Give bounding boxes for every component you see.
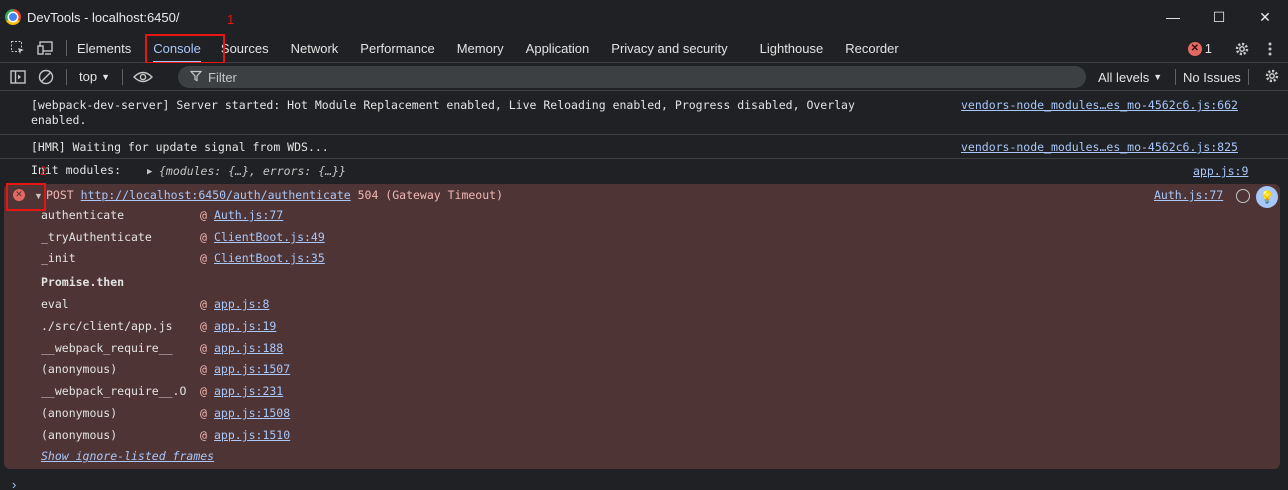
log-levels-label: All levels [1098, 69, 1150, 85]
expand-caret-icon[interactable]: ▶ [147, 167, 152, 177]
error-count: 1 [1204, 41, 1212, 56]
stack-frame-function: ./src/client/app.js [41, 319, 173, 333]
console-message: [webpack-dev-server] Server started: Hot… [0, 91, 1288, 135]
error-summary: POST http://localhost:6450/auth/authenti… [46, 188, 503, 202]
toolbar-divider [66, 40, 67, 56]
network-request-icon[interactable] [1236, 189, 1250, 203]
error-status: 504 (Gateway Timeout) [357, 188, 504, 202]
settings-gear-icon[interactable] [1228, 35, 1256, 63]
minimize-button[interactable]: — [1150, 0, 1196, 34]
stack-frame-function: (anonymous) [41, 362, 118, 376]
annotation-marker-2: 2 [40, 164, 47, 178]
tab-memory[interactable]: Memory [449, 34, 512, 63]
error-icon: ✕ [1187, 41, 1202, 56]
tabs-right-controls: ✕ 1 [1187, 34, 1288, 63]
console-prompt-chevron-icon[interactable]: › [12, 477, 16, 490]
error-url[interactable]: http://localhost:6450/auth/authenticate [81, 188, 351, 202]
chevron-down-icon: ▼ [1153, 72, 1163, 82]
stack-frame-at: @ [200, 230, 207, 244]
title-bar: DevTools - localhost:6450/ — ☐ ✕ [0, 0, 1288, 34]
stack-frame-at: @ [200, 341, 207, 355]
stack-frame-function: __webpack_require__ [41, 341, 173, 355]
tab-privacy-and-security[interactable]: Privacy and security [603, 34, 735, 63]
stack-frame-function: eval [41, 297, 69, 311]
chevron-down-icon: ▼ [101, 71, 110, 82]
tab-network[interactable]: Network [283, 34, 347, 63]
chrome-logo-icon [5, 9, 21, 25]
stack-frame-at: @ [200, 384, 207, 398]
live-expression-eye-icon[interactable] [129, 63, 157, 91]
stack-frame-link[interactable]: app.js:1508 [214, 406, 290, 420]
stack-frame-link[interactable]: app.js:1510 [214, 428, 290, 442]
stack-frame-link[interactable]: Auth.js:77 [214, 208, 283, 222]
more-options-icon[interactable] [1256, 35, 1284, 63]
filter-placeholder: Filter [208, 69, 237, 85]
context-selector[interactable]: top ▼ [73, 69, 116, 84]
stack-frame-at: @ [200, 406, 207, 420]
maximize-button[interactable]: ☐ [1196, 0, 1242, 34]
message-source-link[interactable]: vendors-node_modules…es_mo-4562c6.js:825 [961, 140, 1238, 154]
log-levels-dropdown[interactable]: All levels ▼ [1098, 63, 1162, 91]
window-title: DevTools - localhost:6450/ [27, 9, 180, 25]
tab-recorder[interactable]: Recorder [837, 34, 906, 63]
tab-application[interactable]: Application [518, 34, 598, 63]
stack-frame-at: @ [200, 297, 207, 311]
toolbar-divider [122, 68, 123, 85]
ai-insights-bulb-icon[interactable]: 💡 [1256, 186, 1278, 208]
window-controls: — ☐ ✕ [1150, 0, 1288, 34]
error-method: POST [46, 188, 74, 202]
device-toolbar-icon[interactable] [32, 34, 60, 62]
stack-frame-function: (anonymous) [41, 428, 118, 442]
inspect-element-icon[interactable] [4, 34, 32, 62]
stack-frame-link[interactable]: app.js:1507 [214, 362, 290, 376]
message-source-link[interactable]: vendors-node_modules…es_mo-4562c6.js:662 [961, 98, 1238, 112]
stack-frame-at: @ [200, 251, 207, 265]
console-settings-gear-icon[interactable] [1264, 68, 1280, 87]
close-button[interactable]: ✕ [1242, 0, 1288, 34]
stack-frame-link[interactable]: ClientBoot.js:35 [214, 251, 325, 265]
stack-frame-link[interactable]: app.js:19 [214, 319, 276, 333]
filter-funnel-icon [189, 70, 203, 85]
toolbar-divider [1175, 69, 1176, 85]
stack-frame-link[interactable]: app.js:188 [214, 341, 283, 355]
tab-elements[interactable]: Elements [73, 34, 139, 63]
error-count-badge[interactable]: ✕ 1 [1187, 41, 1212, 56]
stack-frame-function: __webpack_require__.O [41, 384, 187, 398]
clear-console-icon[interactable] [32, 63, 60, 91]
filter-input[interactable]: Filter [178, 66, 1086, 88]
object-preview[interactable]: {modules: {…}, errors: {…}} [159, 164, 346, 178]
message-text: [HMR] Waiting for update signal from WDS… [31, 140, 329, 154]
stack-frame-function: authenticate [41, 208, 125, 222]
toolbar-divider [66, 68, 67, 85]
stack-async-separator: Promise.then [41, 275, 125, 289]
stack-frame-at: @ [200, 362, 207, 376]
context-selector-label: top [79, 69, 98, 84]
tab-performance[interactable]: Performance [352, 34, 442, 63]
console-message: [HMR] Waiting for update signal from WDS… [0, 135, 1288, 159]
message-source-link[interactable]: app.js:9 [1193, 164, 1248, 178]
stack-frame-at: @ [200, 319, 207, 333]
stack-frame-link[interactable]: ClientBoot.js:49 [214, 230, 325, 244]
stack-frame-function: _tryAuthenticate [41, 230, 152, 244]
stack-frame-at: @ [200, 428, 207, 442]
toolbar-divider [1248, 69, 1249, 85]
sidebar-toggle-icon[interactable] [4, 63, 32, 91]
issues-button[interactable]: No Issues [1183, 63, 1241, 91]
tab-lighthouse[interactable]: Lighthouse [752, 34, 832, 63]
stack-frame-function: (anonymous) [41, 406, 118, 420]
stack-frame-link[interactable]: app.js:8 [214, 297, 269, 311]
console-message: Init modules: ▶ {modules: {…}, errors: {… [0, 159, 1288, 183]
error-message-block [4, 184, 1280, 469]
show-ignore-listed-frames-link[interactable]: Show ignore-listed frames [41, 449, 214, 463]
stack-frame-link[interactable]: app.js:231 [214, 384, 283, 398]
error-icon-highlight [6, 183, 46, 211]
console-toolbar: top ▼ Filter All levels ▼ No Issues [0, 63, 1288, 91]
annotation-marker-1: 1 [227, 12, 235, 27]
error-source-link[interactable]: Auth.js:77 [1154, 188, 1223, 202]
console-tab-highlight [145, 34, 225, 64]
message-text: [webpack-dev-server] Server started: Hot… [31, 98, 855, 127]
stack-frame-function: _init [41, 251, 76, 265]
stack-frame-at: @ [200, 208, 207, 222]
